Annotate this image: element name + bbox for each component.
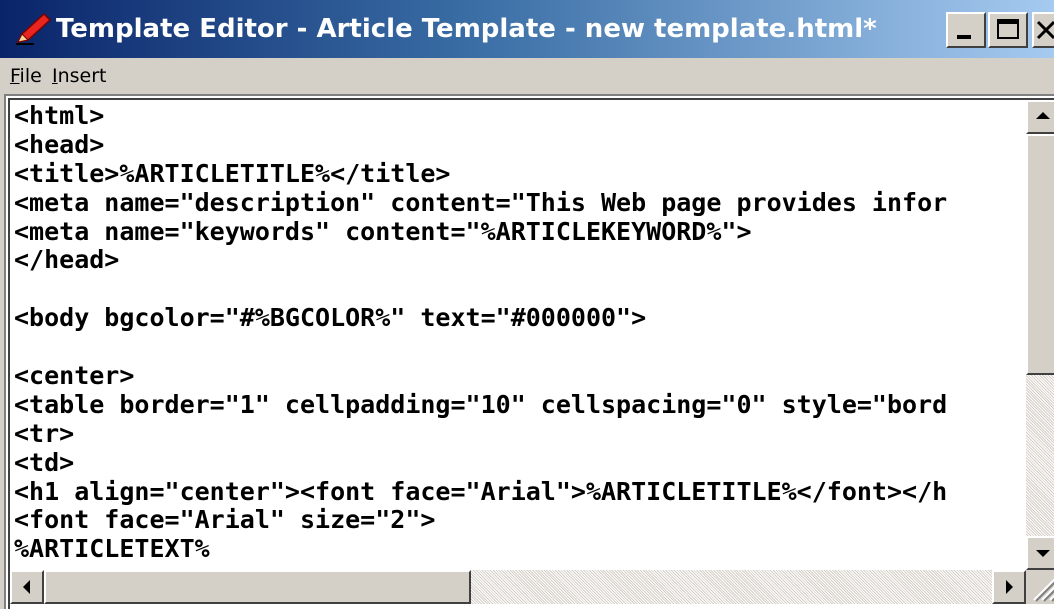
window-title: Template Editor - Article Template - new… [56,14,877,44]
code-line: <center> [14,361,135,391]
title-bar[interactable]: Template Editor - Article Template - new… [0,0,1054,58]
resize-grip-icon [1033,578,1054,602]
menu-insert[interactable]: Insert [52,58,107,94]
close-icon [1036,20,1054,40]
close-button[interactable] [1032,12,1054,48]
minimize-button[interactable] [946,12,986,48]
scroll-down-button[interactable] [1026,536,1054,570]
code-line: </head> [14,245,120,275]
code-line: <title>%ARTICLETITLE%</title> [14,158,451,188]
menu-insert-label: nsert [57,65,107,87]
vertical-scroll-thumb[interactable] [1026,134,1054,375]
scroll-right-button[interactable] [992,570,1026,604]
arrow-left-icon [23,580,30,594]
code-line: <table border="1" cellpadding="10" cells… [14,389,948,419]
arrow-down-icon [1036,550,1050,557]
editor-frame: <html> <head> <title>%ARTICLETITLE%</title… [4,94,1054,609]
vertical-scrollbar[interactable] [1026,100,1054,570]
code-line: <td> [14,447,75,477]
code-line: <head> [14,129,105,159]
menu-file[interactable]: File [10,58,42,94]
pencil-icon [16,12,52,45]
minimize-icon [957,35,971,39]
size-grip[interactable] [1026,570,1054,604]
horizontal-scroll-thumb[interactable] [44,570,471,604]
maximize-button[interactable] [988,12,1028,48]
menu-file-label: ile [19,65,42,87]
code-line: <font face="Arial" size="2"> [14,505,436,535]
code-line: <meta name="keywords" content="%ARTICLEK… [14,216,752,246]
code-line: %ARTICLETEXT% [14,534,210,564]
code-line: <tr> [14,418,75,448]
maximize-icon [997,19,1019,39]
code-line: <h1 align="center"><font face="Arial">%A… [14,476,948,506]
horizontal-scrollbar[interactable] [10,570,1026,604]
code-line: <body bgcolor="#%BGCOLOR%" text="#000000… [14,303,647,333]
code-editor[interactable]: <html> <head> <title>%ARTICLETITLE%</title… [14,102,1024,572]
menu-file-accelerator: F [10,65,20,87]
arrow-up-icon [1036,112,1050,119]
editor-inner: <html> <head> <title>%ARTICLETITLE%</title… [8,98,1054,609]
code-line: <html> [14,102,105,130]
arrow-right-icon [1006,580,1013,594]
code-line: <meta name="description" content="This W… [14,187,948,217]
template-editor-window: Template Editor - Article Template - new… [0,0,1054,609]
scroll-up-button[interactable] [1026,100,1054,134]
scroll-left-button[interactable] [10,570,44,604]
menu-bar: File Insert [0,58,1054,94]
